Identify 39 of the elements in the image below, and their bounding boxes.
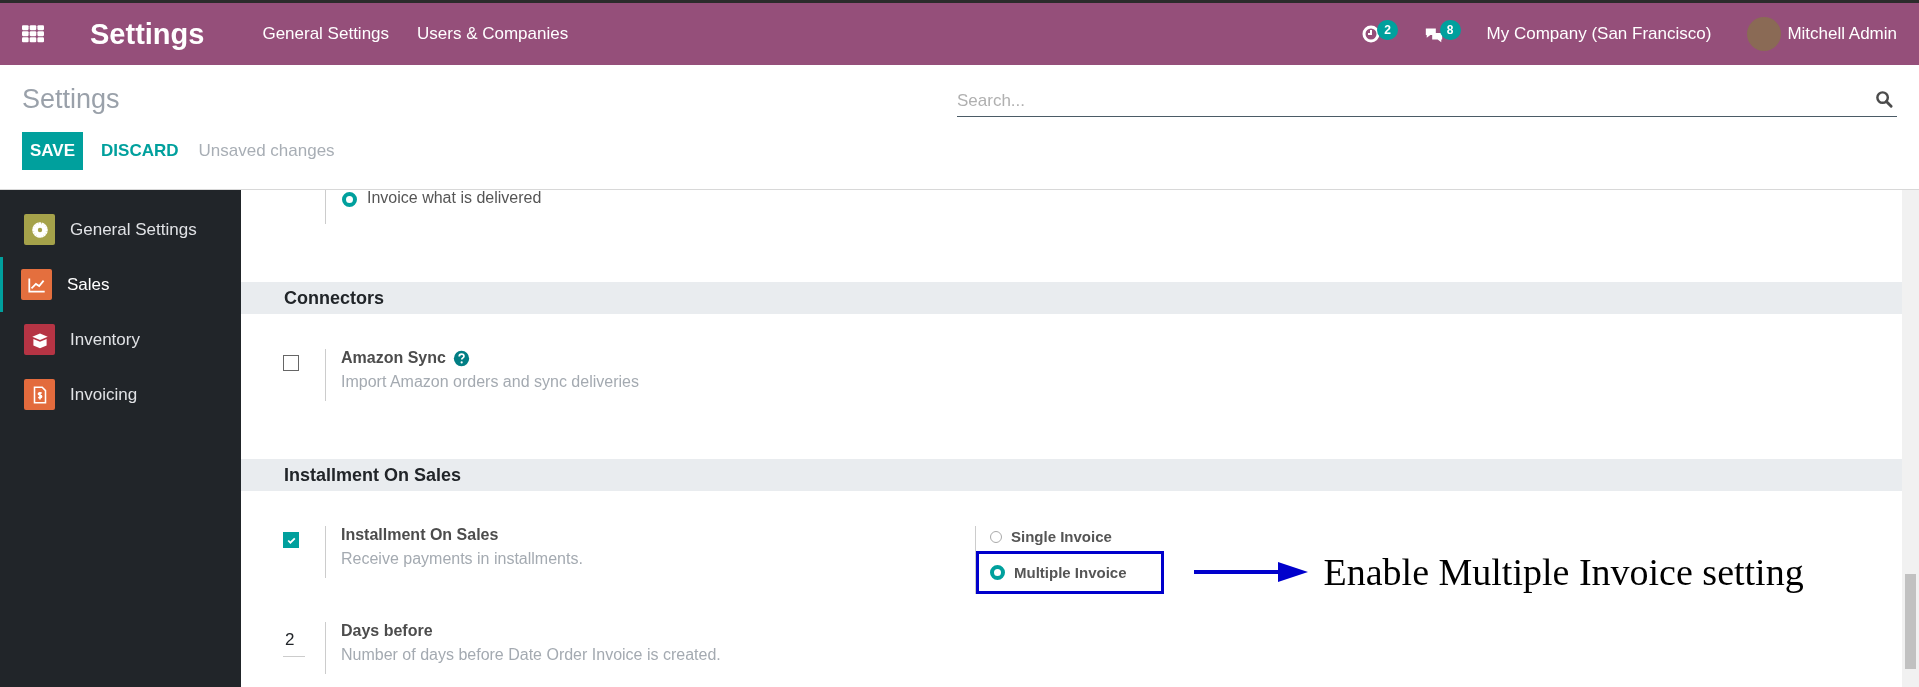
message-count-badge: 8 bbox=[1439, 20, 1461, 40]
search-field[interactable]: Search... bbox=[957, 85, 1897, 117]
help-icon[interactable] bbox=[452, 349, 470, 367]
discard-button[interactable]: DISCARD bbox=[93, 132, 187, 170]
unsaved-status: Unsaved changes bbox=[198, 141, 335, 161]
section-header: Installment On Sales bbox=[241, 459, 1902, 491]
sidebar-item[interactable]: Sales bbox=[0, 257, 241, 312]
save-button[interactable]: SAVE bbox=[22, 132, 84, 170]
annotation-text: Enable Multiple Invoice setting bbox=[1323, 550, 1804, 594]
number-field[interactable]: 2 bbox=[283, 628, 305, 657]
setting-description: Import Amazon orders and sync deliveries bbox=[341, 373, 639, 391]
setting-description: Receive payments in installments. bbox=[341, 550, 583, 568]
app-title: Settings bbox=[90, 17, 205, 51]
sidebar-item[interactable]: General Settings bbox=[0, 202, 241, 257]
checkbox[interactable] bbox=[283, 355, 299, 371]
company-switcher[interactable]: My Company (San Francisco) bbox=[1486, 24, 1712, 44]
option-label: Invoice what is delivered bbox=[367, 190, 542, 207]
radio-button[interactable] bbox=[990, 565, 1005, 580]
option-label: Single Invoice bbox=[1011, 528, 1112, 545]
sidebar-item[interactable]: Inventory bbox=[0, 312, 241, 367]
menu-link[interactable]: Users & Companies bbox=[417, 24, 569, 44]
menu-link[interactable]: General Settings bbox=[262, 24, 390, 44]
section-header: Connectors bbox=[241, 282, 1902, 314]
scrollbar[interactable] bbox=[1902, 190, 1919, 687]
radio-button[interactable] bbox=[990, 530, 1002, 543]
setting-description: Number of days before Date Order Invoice is created. bbox=[341, 646, 721, 664]
checkbox[interactable] bbox=[283, 532, 299, 548]
user-menu[interactable]: Mitchell Admin bbox=[1787, 24, 1897, 44]
clock-icon[interactable] bbox=[1361, 24, 1382, 44]
setting-label: Amazon Sync bbox=[341, 349, 446, 367]
option-label: Multiple Invoice bbox=[1014, 564, 1127, 581]
setting-label: Days before bbox=[341, 622, 433, 640]
breadcrumb: Settings bbox=[22, 84, 121, 115]
radio-button[interactable] bbox=[342, 192, 357, 207]
activity-count-badge: 2 bbox=[1377, 20, 1398, 40]
search-icon[interactable] bbox=[1875, 89, 1894, 109]
setting-label: Installment On Sales bbox=[341, 526, 499, 544]
sidebar-item[interactable]: Invoicing bbox=[0, 367, 241, 422]
apps-menu-icon[interactable] bbox=[22, 25, 44, 43]
